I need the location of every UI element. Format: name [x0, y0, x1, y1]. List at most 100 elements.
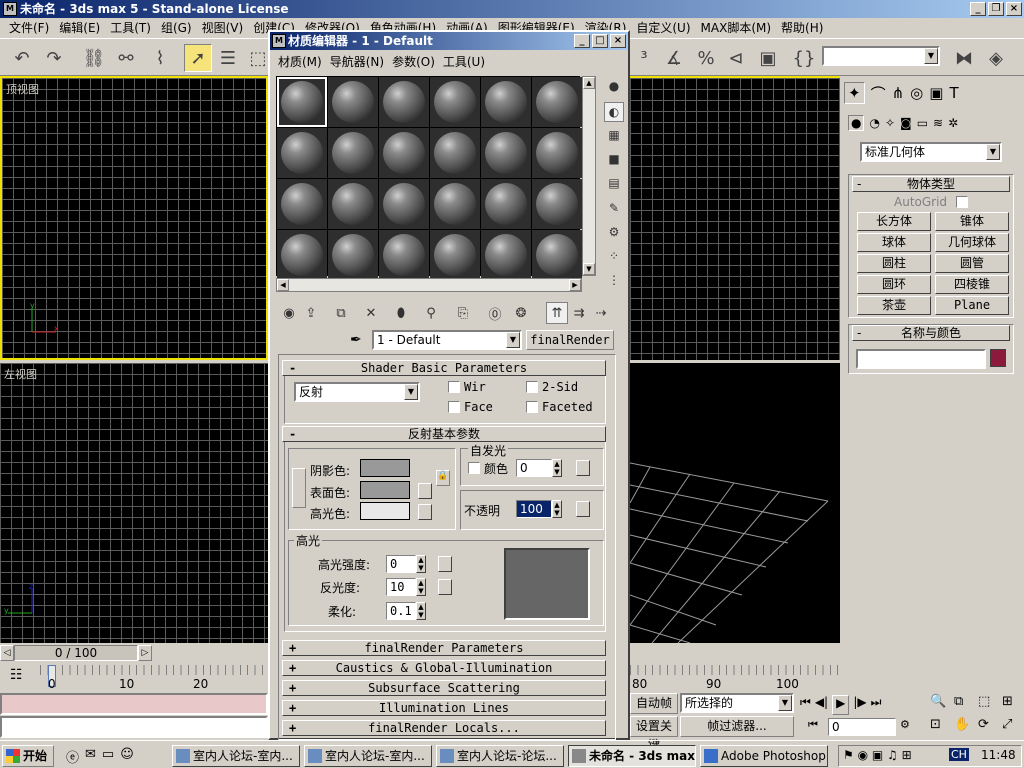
clock[interactable]: 11:48 [981, 748, 1016, 762]
me-minimize-button[interactable]: _ [574, 34, 590, 48]
eyedropper-icon[interactable]: ✒ [350, 332, 366, 348]
angle-snap-icon[interactable]: ∡ [660, 44, 688, 72]
sample-slot[interactable] [277, 179, 327, 229]
viewport-top-label[interactable]: 顶视图 [6, 81, 39, 97]
faceted-checkbox[interactable] [526, 401, 538, 413]
next-frame-icon[interactable]: ▷ [138, 645, 152, 661]
sample-slot[interactable] [481, 77, 531, 127]
create-tab-icon[interactable]: ✦ [844, 82, 865, 104]
backlight-icon[interactable]: ◐ [604, 102, 624, 122]
sample-slot[interactable] [328, 77, 378, 127]
track-bar[interactable]: ☷ 0 10 20 [0, 663, 268, 691]
sample-slot[interactable] [430, 77, 480, 127]
material-name-combo[interactable]: 1 - Default ▼ [372, 330, 522, 350]
key-mode-combo[interactable]: 所选择的 ▼ [680, 693, 794, 713]
time-config-icon[interactable]: ⚙ [900, 718, 916, 734]
sample-slot[interactable] [532, 179, 582, 229]
put-to-scene-icon[interactable]: ⇪ [300, 302, 322, 324]
sample-slot[interactable] [328, 230, 378, 280]
tube-button[interactable]: 圆管 [935, 254, 1009, 273]
material-effects-channel-icon[interactable]: ⎘ [452, 302, 474, 324]
get-material-icon[interactable]: ◉ [278, 302, 300, 324]
me-menu-utilities[interactable]: 工具(U) [439, 53, 489, 70]
menu-customize[interactable]: 自定义(U) [631, 18, 695, 38]
soften-spinner[interactable]: ▲ ▼ [416, 602, 426, 620]
diffuse-map-button[interactable] [418, 483, 432, 499]
make-preview-icon[interactable]: ✎ [604, 198, 624, 218]
shapes-icon[interactable]: ◔ [869, 116, 879, 130]
modify-tab-icon[interactable]: ⌒ [871, 83, 886, 104]
sample-slot[interactable] [532, 230, 582, 280]
make-unique-icon[interactable]: ⬮ [390, 302, 412, 324]
sample-slot[interactable] [379, 179, 429, 229]
menu-views[interactable]: 视图(V) [197, 18, 249, 38]
restore-button[interactable]: ❐ [988, 2, 1004, 16]
key-mode-toggle-icon[interactable]: ⏮ [808, 718, 824, 734]
self-illum-value-field[interactable]: 0 [516, 459, 552, 477]
sample-slot[interactable] [430, 179, 480, 229]
box-button[interactable]: 长方体 [857, 212, 931, 231]
sample-slot[interactable] [277, 230, 327, 280]
face-map-checkbox[interactable] [448, 401, 460, 413]
sample-slot[interactable] [430, 128, 480, 178]
autogrid-checkbox[interactable] [956, 196, 968, 208]
assign-to-selection-icon[interactable]: ⧉ [330, 302, 352, 324]
systems-icon[interactable]: ✲ [948, 116, 958, 130]
opacity-map-button[interactable] [576, 501, 590, 517]
illumination-lines-header[interactable]: + Illumination Lines [282, 700, 606, 716]
sphere-button[interactable]: 球体 [857, 233, 931, 252]
final-render-params-header[interactable]: + finalRender Parameters [282, 640, 606, 656]
subsurface-scattering-header[interactable]: + Subsurface Scattering [282, 680, 606, 696]
spinner-snap-icon[interactable]: ⊲ [722, 44, 750, 72]
cameras-icon[interactable]: ◙ [900, 116, 912, 130]
outlook-icon[interactable]: ✉ [85, 747, 96, 765]
status-prompt-field[interactable] [0, 716, 268, 738]
self-illum-color-checkbox[interactable] [468, 462, 480, 474]
frame-counter[interactable]: 0 / 100 [14, 645, 138, 661]
goto-start-icon[interactable]: ⏮ [800, 695, 811, 715]
track-bar-right[interactable]: 80 90 100 [630, 663, 840, 691]
auto-key-button[interactable]: 自动帧 [630, 693, 678, 714]
scroll-down-icon[interactable]: ▼ [583, 263, 595, 275]
me-menu-navigation[interactable]: 导航器(N) [326, 53, 388, 70]
taskbar-item-forum-2[interactable]: 室内人论坛-室内... [304, 745, 432, 767]
diffuse-color-swatch[interactable] [360, 481, 410, 499]
sample-slot[interactable] [430, 230, 480, 280]
scroll-left-icon[interactable]: ◀ [277, 279, 289, 291]
viewport-left[interactable]: 左视图 z y [0, 363, 268, 643]
viewport-top[interactable]: 顶视图 y x [0, 76, 268, 360]
go-to-parent-icon[interactable]: ⇈ [546, 302, 568, 324]
spacewarps-icon[interactable]: ≋ [933, 116, 943, 130]
pan-icon[interactable]: ✋ [954, 717, 976, 738]
spec-level-field[interactable]: 0 [386, 555, 416, 573]
me-menu-options[interactable]: 参数(O) [388, 53, 439, 70]
sample-slot[interactable] [379, 230, 429, 280]
specular-map-button[interactable] [418, 504, 432, 520]
align-icon[interactable]: ◈ [982, 44, 1010, 72]
mirror-icon[interactable]: ⧓ [950, 44, 978, 72]
sample-slot[interactable] [328, 179, 378, 229]
cylinder-button[interactable]: 圆柱 [857, 254, 931, 273]
self-illum-spinner[interactable]: ▲ ▼ [552, 459, 562, 477]
sample-slot[interactable] [379, 128, 429, 178]
slots-vertical-scrollbar[interactable]: ▲ ▼ [582, 76, 596, 276]
arc-rotate-icon[interactable]: ⟳ [978, 717, 1000, 738]
taskbar-item-forum-3[interactable]: 室内人论坛-论坛... [436, 745, 564, 767]
glossiness-map-button[interactable] [438, 579, 452, 595]
menu-file[interactable]: 文件(F) [4, 18, 54, 38]
helpers-icon[interactable]: ▭ [917, 116, 928, 130]
select-link-icon[interactable]: ⛓ [80, 44, 108, 72]
play-icon[interactable]: ▶ [832, 695, 850, 715]
unlink-icon[interactable]: ⚯ [112, 44, 140, 72]
start-button[interactable]: 开始 [2, 745, 54, 767]
sample-slot[interactable] [532, 128, 582, 178]
cone-button[interactable]: 锥体 [935, 212, 1009, 231]
object-type-rollout-header[interactable]: - 物体类型 [852, 176, 1010, 192]
taskbar-item-forum-1[interactable]: 室内人论坛-室内... [172, 745, 300, 767]
sample-slot[interactable] [277, 77, 327, 127]
select-by-material-icon[interactable]: ⁘ [604, 246, 624, 266]
desktop-icon[interactable]: ▭ [102, 747, 114, 765]
pyramid-button[interactable]: 四棱锥 [935, 275, 1009, 294]
put-to-library-icon[interactable]: ⚲ [420, 302, 442, 324]
sample-slot[interactable] [481, 230, 531, 280]
